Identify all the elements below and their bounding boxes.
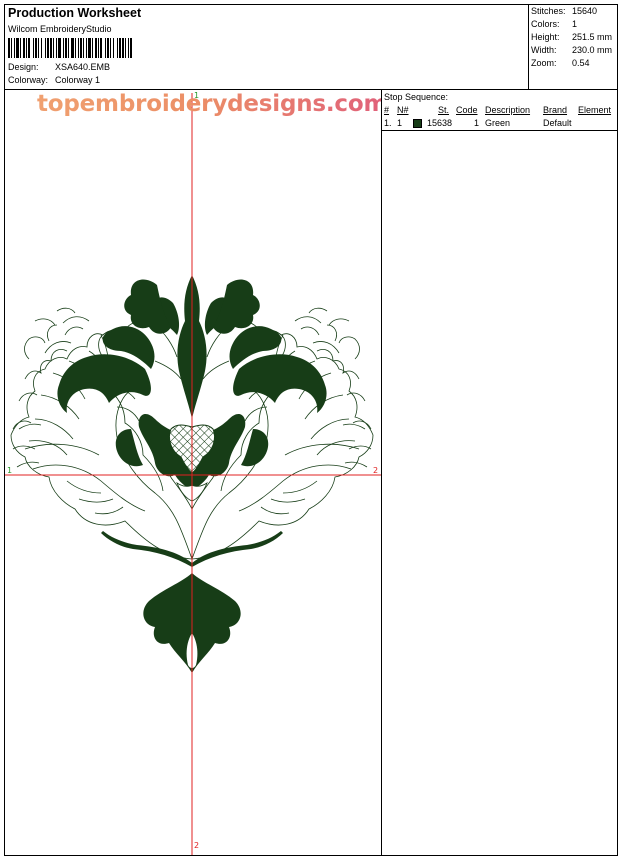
row-st: 15638: [427, 118, 453, 128]
lower-stem-left: [101, 531, 192, 567]
row-description: Green: [485, 118, 511, 128]
stat-zoom: Zoom: 0.54: [531, 58, 590, 68]
barcode-bar: [86, 38, 87, 58]
barcode-bar: [92, 38, 93, 58]
barcode-bar: [65, 38, 67, 58]
lower-stem-right: [192, 531, 283, 567]
barcode-bar: [41, 38, 42, 58]
barcode-bar: [28, 38, 30, 58]
design-canvas: [5, 93, 381, 855]
design-filename: XSA640.EMB: [55, 62, 111, 72]
barcode-bar: [11, 38, 12, 58]
worksheet-header: Production Worksheet Wilcom EmbroiderySt…: [5, 5, 617, 90]
stop-sequence-header: # N# St. Code Description Brand Element: [382, 105, 617, 117]
stat-height-label: Height:: [531, 32, 560, 42]
stat-stitches-label: Stitches:: [531, 6, 566, 16]
barcode-bar: [71, 38, 74, 58]
colorway-label: Colorway:: [8, 75, 49, 85]
design-stats: Stitches: 15640 Colors: 1 Height: 251.5 mm …: [528, 5, 618, 89]
axis-label-left: 1: [7, 466, 13, 475]
stat-width-label: Width:: [531, 45, 557, 55]
stat-stitches: Stitches: 15640: [531, 6, 597, 16]
stat-width-value: 230.0 mm: [572, 45, 613, 55]
barcode-bar: [113, 38, 114, 58]
barcode-bar: [38, 38, 39, 58]
row-nnum: 1: [397, 118, 403, 128]
leaf-left-large: [57, 354, 151, 413]
barcode: [8, 38, 132, 58]
barcode-bar: [122, 38, 124, 58]
stat-zoom-label: Zoom:: [531, 58, 557, 68]
axis-label-bottom: 2: [194, 841, 200, 850]
row-num: 1.: [384, 118, 392, 128]
barcode-bar: [53, 38, 54, 58]
leaf-right-large: [233, 354, 327, 413]
stat-colors: Colors: 1: [531, 19, 577, 29]
axis-label-right: 2: [373, 466, 379, 475]
col-brand: Brand: [543, 105, 568, 115]
barcode-bar: [14, 38, 15, 58]
barcode-bar: [45, 38, 46, 58]
barcode-bar: [100, 38, 102, 58]
software-name: Wilcom EmbroideryStudio: [8, 24, 112, 34]
barcode-bar: [105, 38, 106, 58]
barcode-bar: [20, 38, 21, 58]
col-num: #: [384, 105, 390, 115]
worksheet-title: Production Worksheet: [8, 6, 142, 20]
col-st: St.: [438, 105, 450, 115]
axis-label-top: 1: [194, 91, 200, 100]
barcode-bar: [88, 38, 91, 58]
barcode-bar: [98, 38, 99, 58]
barcode-bar: [78, 38, 79, 58]
barcode-bar: [110, 38, 111, 58]
barcode-bar: [63, 38, 64, 58]
row-brand: Default: [543, 118, 572, 128]
outline-curls-left: [24, 307, 90, 360]
stat-height: Height: 251.5 mm: [531, 32, 612, 42]
barcode-bar: [107, 38, 109, 58]
barcode-bar: [35, 38, 37, 58]
stat-colors-value: 1: [572, 19, 578, 29]
barcode-bar: [47, 38, 49, 58]
barcode-bar: [26, 38, 27, 58]
barcode-bar: [8, 38, 10, 58]
design-label: Design:: [8, 62, 39, 72]
barcode-bar: [58, 38, 61, 58]
stat-zoom-value: 0.54: [572, 58, 590, 68]
col-element: Element: [578, 105, 612, 115]
stat-height-value: 251.5 mm: [572, 32, 613, 42]
col-description: Description: [485, 105, 531, 115]
stat-stitches-value: 15640: [572, 6, 598, 16]
color-swatch: [413, 119, 422, 128]
colorway-row: Colorway: Colorway 1: [8, 75, 100, 85]
row-code: 1: [474, 118, 480, 128]
barcode-bar: [119, 38, 121, 58]
barcode-bar: [125, 38, 126, 58]
barcode-bar: [33, 38, 34, 58]
design-row: Design: XSA640.EMB: [8, 62, 110, 72]
barcode-bar: [23, 38, 25, 58]
stat-colors-label: Colors:: [531, 19, 560, 29]
watermark-text: topembroiderydesigns.com: [37, 91, 381, 117]
design-preview[interactable]: topembroiderydesigns.com 1 1 2 2: [5, 89, 382, 855]
stop-sequence-panel: Stop Sequence: # N# St. Code Description…: [382, 89, 617, 855]
stop-sequence-title: Stop Sequence:: [384, 92, 449, 102]
barcode-bar: [83, 38, 84, 58]
barcode-bar: [75, 38, 76, 58]
barcode-bar: [95, 38, 97, 58]
barcode-bar: [16, 38, 19, 58]
barcode-bar: [56, 38, 57, 58]
barcode-bar: [80, 38, 82, 58]
barcode-bar: [68, 38, 69, 58]
stat-width: Width: 230.0 mm: [531, 45, 612, 55]
barcode-bar: [130, 38, 132, 58]
col-code: Code: [456, 105, 478, 115]
barcode-bar: [128, 38, 129, 58]
production-worksheet: Production Worksheet Wilcom EmbroiderySt…: [4, 4, 618, 856]
stop-sequence-row[interactable]: 1. 1 15638 1 Green Default: [382, 118, 617, 131]
colorway-value: Colorway 1: [55, 75, 101, 85]
col-nnum: N#: [397, 105, 409, 115]
barcode-bar: [50, 38, 52, 58]
barcode-bar: [117, 38, 118, 58]
